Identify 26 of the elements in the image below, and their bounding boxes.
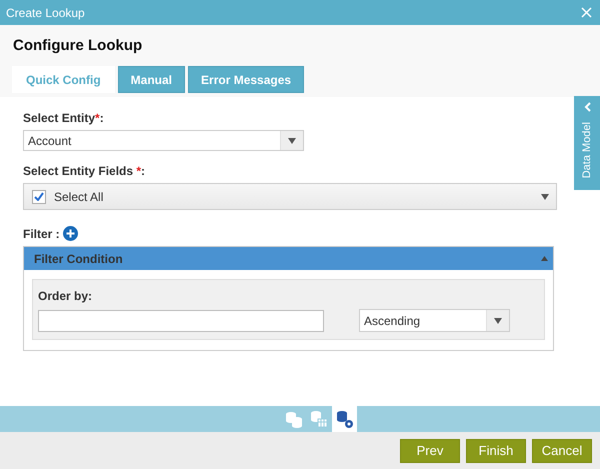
close-icon[interactable]	[581, 7, 592, 18]
entity-dropdown[interactable]: Account	[23, 130, 304, 151]
field-label: Order by:	[38, 289, 92, 303]
tab[interactable]: Manual	[118, 66, 186, 93]
caret-icon	[288, 138, 296, 144]
caret-icon	[541, 194, 549, 200]
field-label: Select Entity Fields *:	[23, 164, 146, 178]
entity-fields-dropdown[interactable]: Select All	[23, 183, 557, 210]
caret-icon	[494, 318, 502, 324]
add-icon[interactable]	[62, 226, 78, 241]
order-by-field[interactable]	[38, 310, 324, 332]
side-panel-tab[interactable]: Data Model	[574, 96, 600, 190]
checkbox[interactable]	[32, 190, 46, 204]
panel-header[interactable]: Filter Condition	[24, 247, 553, 270]
dialog-button[interactable]: Finish	[466, 438, 526, 462]
field-label: Select Entity*:	[23, 111, 104, 125]
dialog-button[interactable]: Cancel	[532, 438, 592, 462]
sort-dropdown[interactable]: Ascending	[359, 309, 510, 332]
tab[interactable]: Error Messages	[188, 66, 304, 93]
filter-label: Filter :	[23, 226, 60, 240]
window-title: Create Lookup	[6, 6, 85, 20]
page-heading: Configure Lookup	[13, 37, 144, 54]
chevron-icon	[584, 102, 590, 112]
collapse-icon[interactable]	[541, 256, 548, 261]
dialog-button[interactable]: Prev	[400, 438, 460, 462]
tab[interactable]: Quick Config	[12, 66, 115, 93]
